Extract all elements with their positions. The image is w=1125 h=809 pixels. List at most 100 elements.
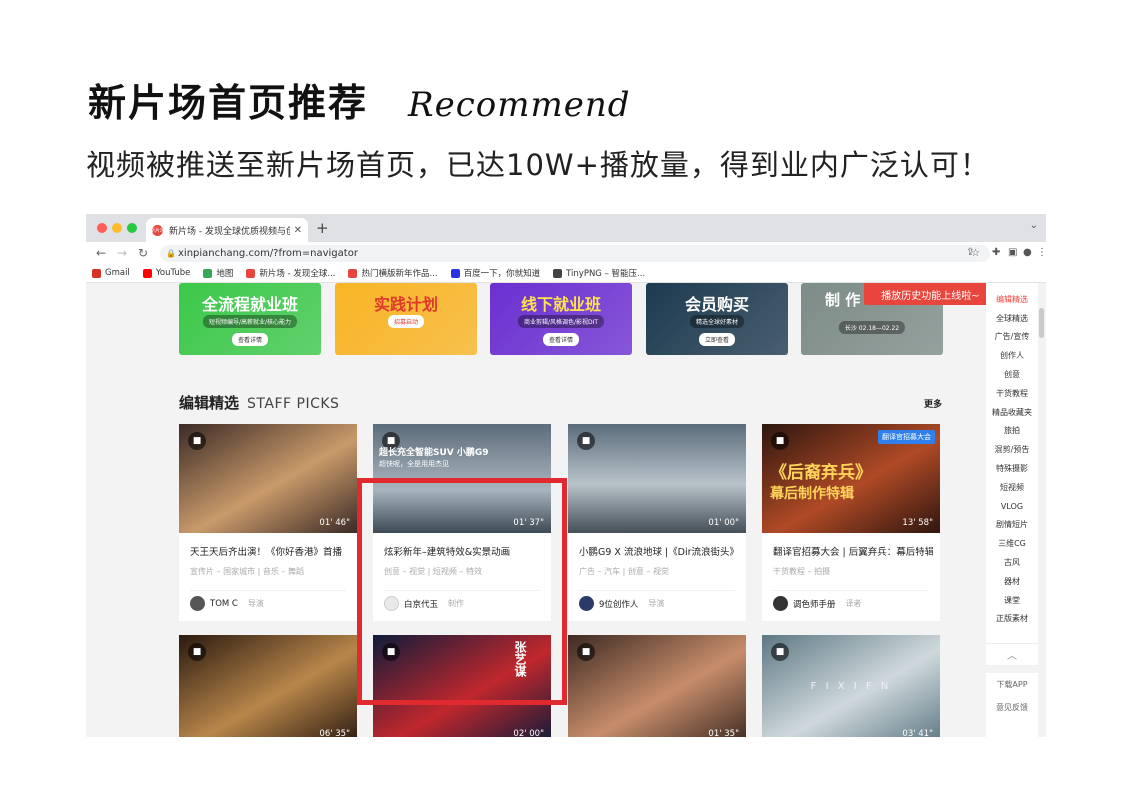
- bookmark-item[interactable]: 新片场 - 发现全球...: [246, 267, 335, 279]
- more-link[interactable]: 更多: [924, 397, 942, 410]
- page-scrollbar[interactable]: [1039, 308, 1044, 338]
- video-duration: 01' 46": [319, 518, 350, 528]
- promo-banner[interactable]: 实践计划 招募启动: [335, 283, 477, 355]
- bookmark-icon[interactable]: ■: [188, 643, 206, 661]
- video-thumbnail[interactable]: ■ 01' 46": [179, 424, 357, 533]
- bookmark-icon[interactable]: ■: [188, 432, 206, 450]
- video-card[interactable]: ■ 01' 35": [568, 635, 746, 737]
- video-thumbnail[interactable]: ■ 01' 00": [568, 424, 746, 533]
- back-icon[interactable]: ←: [95, 246, 107, 260]
- video-title[interactable]: 小鹏G9 X 流浪地球 |《Dir流浪街头》: [579, 544, 739, 558]
- bookmark-icon[interactable]: ■: [577, 432, 595, 450]
- sidebar-item[interactable]: 编辑精选: [986, 290, 1038, 309]
- bookmark-label: 热门横版新年作品...: [361, 269, 438, 279]
- author-row[interactable]: 9位创作人 导演: [579, 596, 664, 611]
- author-name[interactable]: TOM C: [210, 599, 238, 609]
- bookmark-item[interactable]: TinyPNG – 智能压...: [553, 267, 645, 279]
- feedback-link[interactable]: 意见反馈: [986, 696, 1038, 719]
- browser-tab[interactable]: 新片场 新片场 - 发现全球优质视频与创作人 ✕: [146, 218, 308, 242]
- video-card[interactable]: ■ 06' 35": [179, 635, 357, 737]
- download-app-link[interactable]: 下载APP: [986, 673, 1038, 696]
- lock-icon[interactable]: 🔒: [166, 249, 176, 258]
- video-thumbnail[interactable]: ■ 03' 41" F I X I F N: [762, 635, 940, 737]
- tab-search-icon[interactable]: ⌄: [1030, 220, 1038, 231]
- bookmark-icon[interactable]: ■: [771, 432, 789, 450]
- author-row[interactable]: 调色师手册 译者: [773, 596, 862, 611]
- author-name[interactable]: 9位创作人: [599, 598, 638, 610]
- banner-button[interactable]: 查看详情: [542, 333, 580, 346]
- sidebar-item[interactable]: 创意: [986, 365, 1038, 384]
- forward-icon[interactable]: →: [116, 246, 128, 260]
- video-card[interactable]: ■ 03' 41" F I X I F N: [762, 635, 940, 737]
- sidebar-item[interactable]: 短视频: [986, 478, 1038, 497]
- bookmark-item[interactable]: Gmail: [92, 268, 130, 278]
- video-thumbnail[interactable]: ■ 13' 58" 翻译官招募大会 《后裔弃兵》 幕后制作特辑: [762, 424, 940, 533]
- scroll-top-icon[interactable]: ︿: [986, 643, 1038, 665]
- sidepanel-icon[interactable]: ▣: [1008, 247, 1017, 258]
- video-card[interactable]: ■ 01' 46" 天王天后齐出演！《你好香港》首播宣传片 – 国家城市 | 音乐 …: [179, 424, 357, 621]
- banner-button[interactable]: 查看详情: [231, 333, 269, 346]
- sidebar-item[interactable]: 古风: [986, 553, 1038, 572]
- poster-text-overlay: F I X I F N: [810, 681, 892, 692]
- promo-banner[interactable]: 线下就业班 商业剪辑/风格调色/影视DIT 查看详情: [490, 283, 632, 355]
- sidebar-item[interactable]: 广告/宣传: [986, 328, 1038, 347]
- sidebar-item[interactable]: 精品收藏夹: [986, 403, 1038, 422]
- sidebar-item[interactable]: 器材: [986, 572, 1038, 591]
- sidebar-item[interactable]: 旅拍: [986, 422, 1038, 441]
- avatar[interactable]: [773, 596, 788, 611]
- sidebar-item[interactable]: 创作人: [986, 346, 1038, 365]
- video-thumbnail[interactable]: ■ 01' 35": [568, 635, 746, 737]
- author-row[interactable]: TOM C 导演: [190, 596, 264, 611]
- video-title[interactable]: 翻译官招募大会 | 后翼弃兵：幕后特辑: [773, 544, 933, 558]
- avatar[interactable]: [190, 596, 205, 611]
- video-tags: 宣传片 – 国家城市 | 音乐 – 舞蹈: [190, 567, 304, 576]
- bookmark-item[interactable]: 百度一下，你就知道: [450, 267, 540, 279]
- minimize-window-icon[interactable]: [112, 223, 122, 233]
- close-window-icon[interactable]: [97, 223, 107, 233]
- video-card[interactable]: ■ 01' 37" 超长充全智能SUV 小鹏G9 超快呢，全是用用杰见炫彩新年–建筑特…: [373, 424, 551, 621]
- menu-kebab-icon[interactable]: ⋮: [1037, 247, 1046, 258]
- sidebar-item[interactable]: 特殊摄影: [986, 459, 1038, 478]
- avatar[interactable]: [384, 596, 399, 611]
- sidebar-item[interactable]: 正版素材: [986, 610, 1038, 629]
- video-card[interactable]: ■ 13' 58" 翻译官招募大会 《后裔弃兵》 幕后制作特辑翻译官招募大会 | 后翼弃…: [762, 424, 940, 621]
- bookmark-item[interactable]: 地图: [203, 267, 233, 279]
- extensions-icon[interactable]: ✚: [992, 247, 1000, 258]
- promo-banner[interactable]: 会员购买 精选全球好素材 立即查看: [646, 283, 788, 355]
- sidebar-item[interactable]: 混剪/预告: [986, 440, 1038, 459]
- sidebar-item[interactable]: 全球精选: [986, 309, 1038, 328]
- author-name[interactable]: 白京代玉: [404, 598, 438, 610]
- author-row[interactable]: 白京代玉 制作: [384, 596, 464, 611]
- address-bar[interactable]: 🔒 xinpianchang.com/?from=navigator ☆: [160, 245, 990, 262]
- video-thumbnail[interactable]: ■ 02' 00" 张艺谋: [373, 635, 551, 737]
- video-card[interactable]: ■ 01' 00" 小鹏G9 X 流浪地球 |《Dir流浪街头》 广告 – 汽车 | …: [568, 424, 746, 621]
- sidebar-item[interactable]: 干货教程: [986, 384, 1038, 403]
- bookmark-icon[interactable]: ■: [771, 643, 789, 661]
- video-thumbnail[interactable]: ■ 06' 35": [179, 635, 357, 737]
- sidebar-item[interactable]: 三维CG: [986, 534, 1038, 553]
- new-tab-icon[interactable]: +: [316, 219, 329, 237]
- overlay-line: 超快呢，全是用用杰见: [379, 459, 449, 468]
- video-title[interactable]: 天王天后齐出演！《你好香港》首播: [190, 544, 350, 558]
- share-icon[interactable]: ⇪: [966, 247, 974, 258]
- author-name[interactable]: 调色师手册: [793, 598, 836, 610]
- avatar[interactable]: [579, 596, 594, 611]
- video-card[interactable]: ■ 02' 00" 张艺谋: [373, 635, 551, 737]
- bookmark-item[interactable]: 热门横版新年作品...: [348, 267, 438, 279]
- promo-banner[interactable]: 全流程就业班 短视频编导/高薪就业/核心能力 查看详情: [179, 283, 321, 355]
- sidebar-item[interactable]: 课堂: [986, 591, 1038, 610]
- bookmark-icon[interactable]: ■: [382, 643, 400, 661]
- sidebar-item[interactable]: VLOG: [986, 497, 1038, 516]
- video-thumbnail[interactable]: ■ 01' 37" 超长充全智能SUV 小鹏G9 超快呢，全是用用杰见: [373, 424, 551, 533]
- bookmark-item[interactable]: YouTube: [142, 268, 190, 278]
- bookmark-icon[interactable]: ■: [577, 643, 595, 661]
- reload-icon[interactable]: ↻: [137, 246, 149, 260]
- close-tab-icon[interactable]: ✕: [294, 225, 302, 236]
- banner-button[interactable]: 立即查看: [698, 333, 736, 346]
- history-toast[interactable]: 播放历史功能上线啦~: [864, 283, 997, 305]
- video-title[interactable]: 炫彩新年–建筑特效&实景动画: [384, 544, 544, 558]
- profile-avatar-icon[interactable]: ●: [1023, 247, 1032, 258]
- video-duration: 03' 41": [902, 729, 933, 737]
- maximize-window-icon[interactable]: [127, 223, 137, 233]
- sidebar-item[interactable]: 剧情短片: [986, 516, 1038, 535]
